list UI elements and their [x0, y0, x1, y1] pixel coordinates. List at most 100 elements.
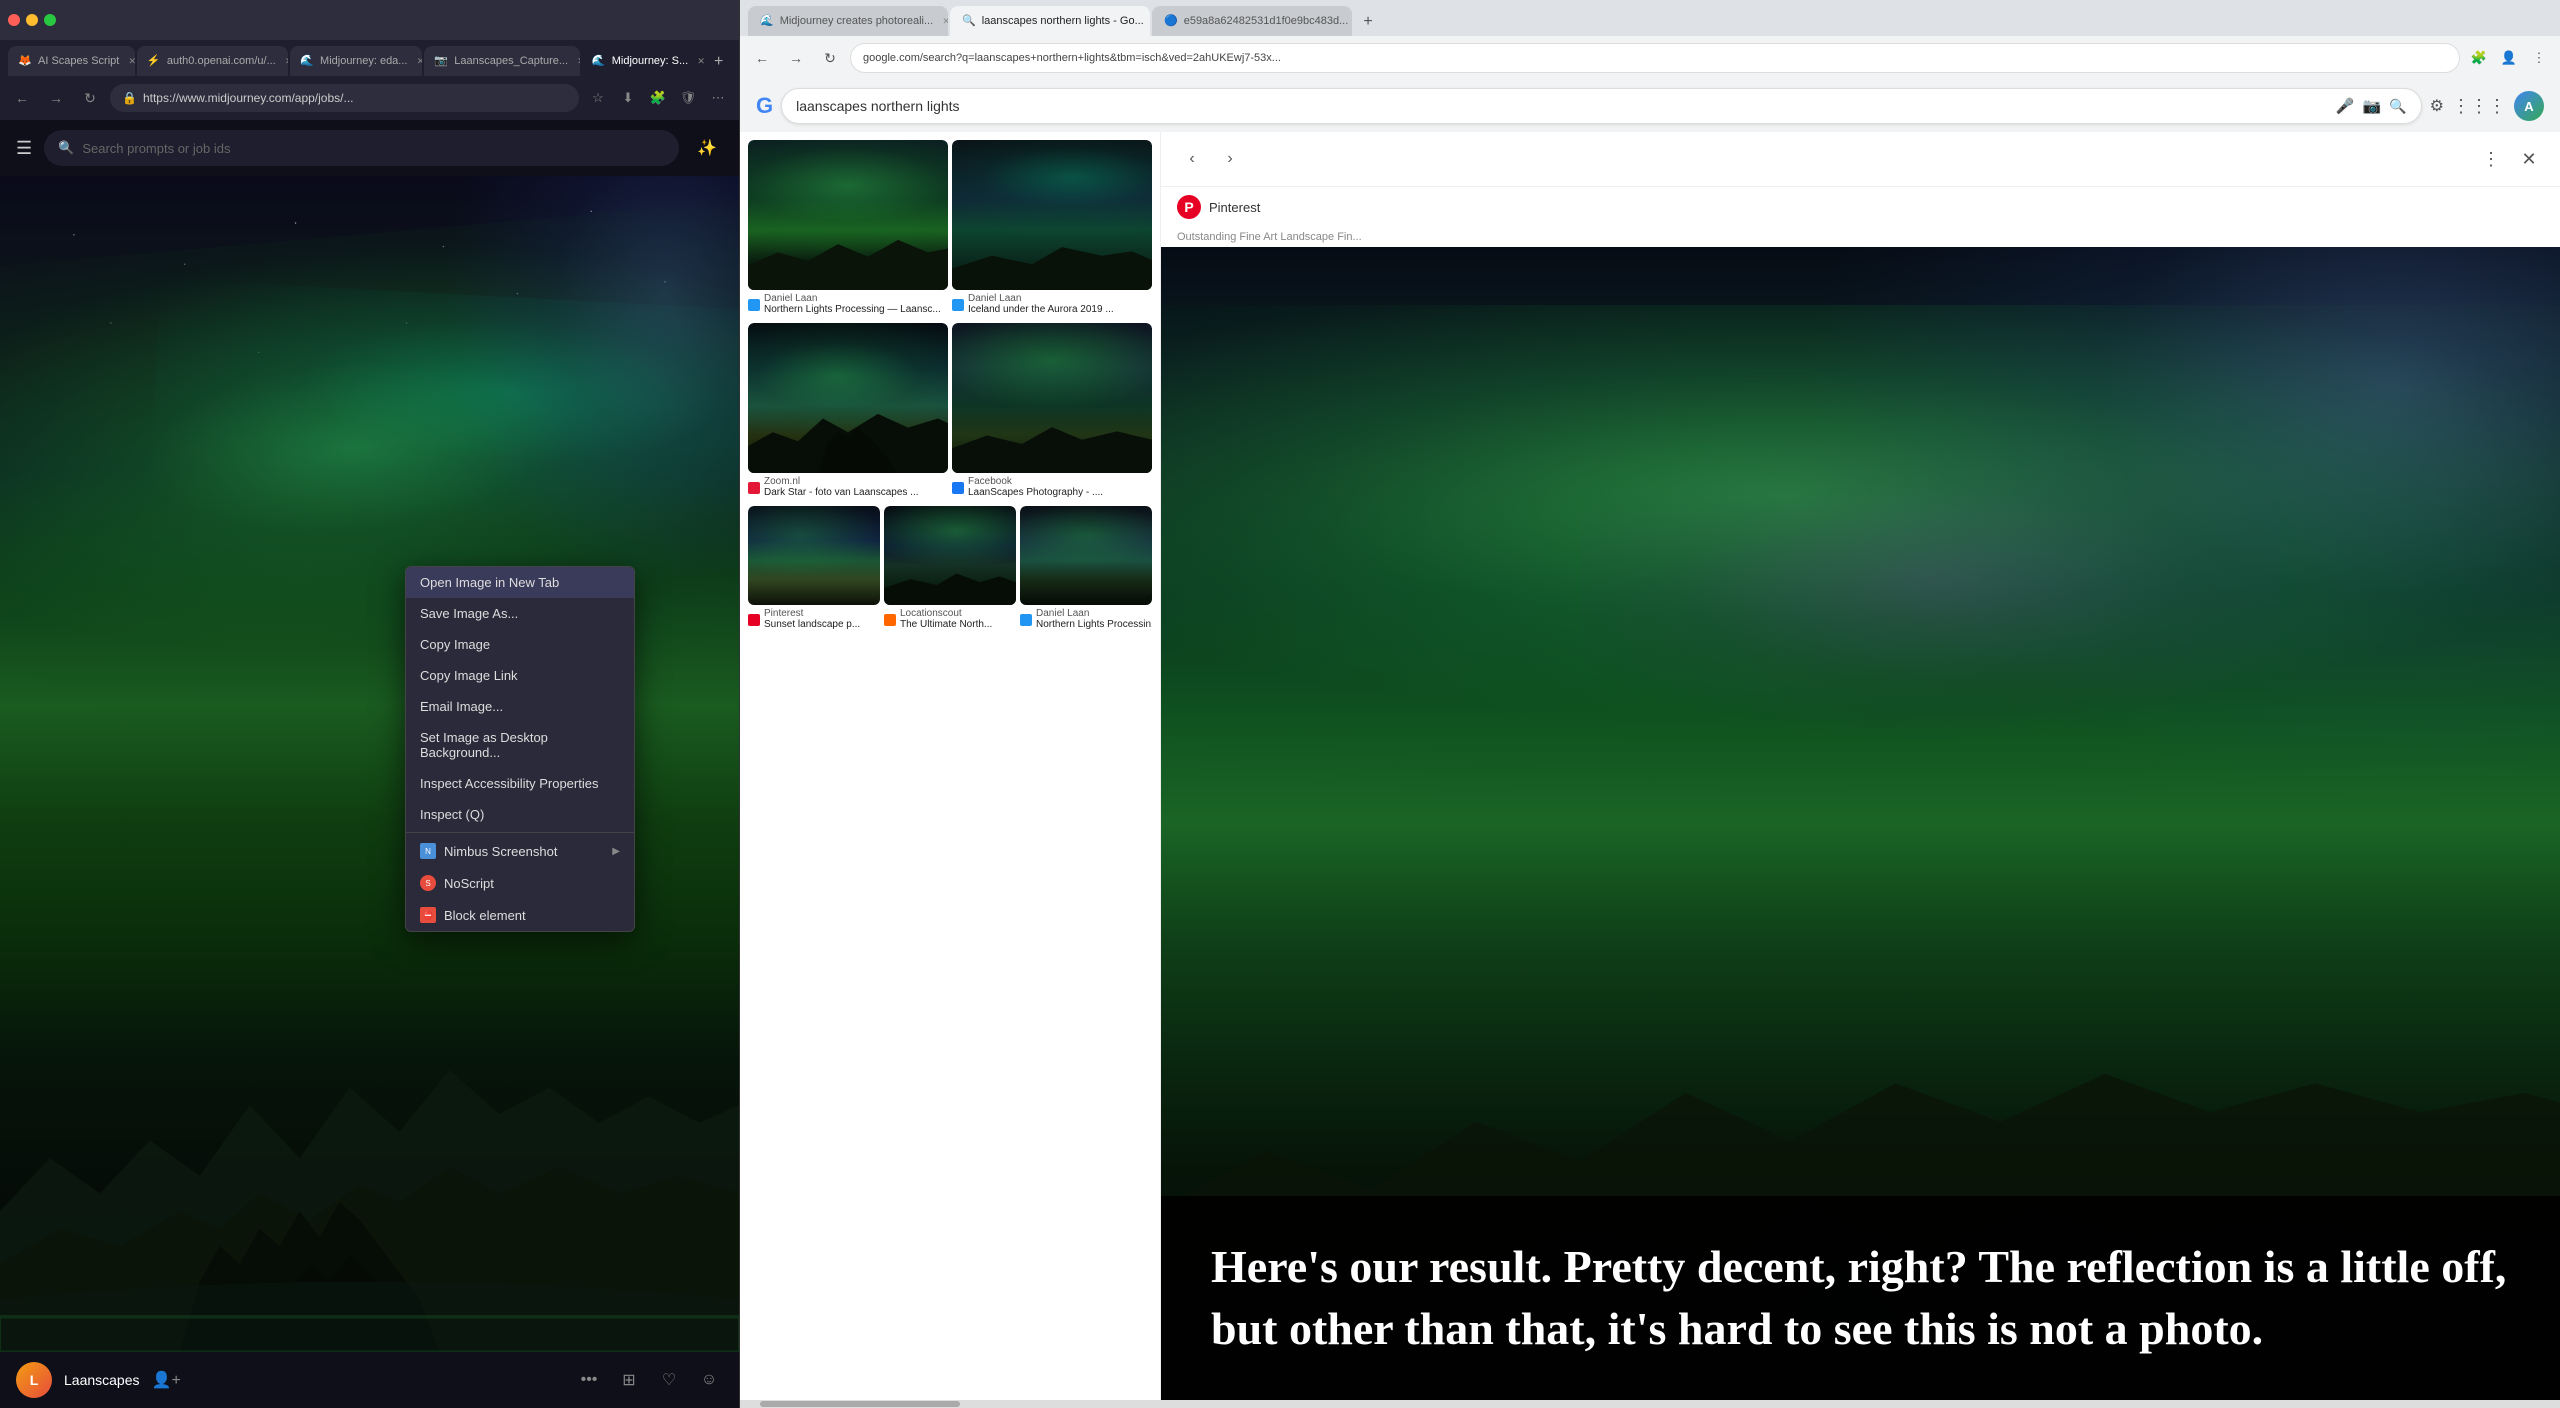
image-thumb-ultimate-north[interactable]: Locationscout The Ultimate North...: [884, 506, 1016, 634]
tab-laanscapes[interactable]: 📷 Laanscapes_Capture... ✕: [424, 46, 579, 76]
emoji-icon[interactable]: ☺: [695, 1366, 723, 1394]
heart-icon[interactable]: ♡: [655, 1366, 683, 1394]
scrollbar-thumb[interactable]: [760, 1401, 960, 1407]
detail-aurora-purple: [1581, 420, 2281, 824]
right-back-button[interactable]: ←: [748, 44, 776, 72]
right-favicon-3: 🔵: [1164, 14, 1178, 28]
minimize-button[interactable]: [26, 14, 38, 26]
right-new-tab-button[interactable]: +: [1354, 8, 1382, 36]
tab-close-4[interactable]: ✕: [574, 54, 580, 68]
set-desktop-item[interactable]: Set Image as Desktop Background...: [406, 722, 634, 768]
google-search-area: G laanscapes northern lights 🎤 📷 🔍 ⚙ ⋮⋮⋮…: [740, 80, 2560, 132]
back-button[interactable]: ←: [8, 84, 36, 112]
set-desktop-label: Set Image as Desktop Background...: [420, 730, 620, 760]
copy-image-item[interactable]: Copy Image: [406, 629, 634, 660]
menu-divider-1: [406, 832, 634, 833]
forward-button[interactable]: →: [42, 84, 70, 112]
right-tab-google[interactable]: 🔍 laanscapes northern lights - Go... ✕: [950, 6, 1150, 36]
close-button[interactable]: [8, 14, 20, 26]
tab-openai[interactable]: ⚡ auth0.openai.com/u/... ✕: [137, 46, 288, 76]
google-search-input[interactable]: laanscapes northern lights 🎤 📷 🔍: [781, 88, 2422, 124]
block-icon: ⛔: [420, 907, 436, 923]
inspect-accessibility-label: Inspect Accessibility Properties: [420, 776, 598, 791]
right-more[interactable]: ⋮: [2526, 45, 2552, 71]
text-overlay: Here's our result. Pretty decent, right?…: [1161, 1196, 2560, 1400]
dots-menu-icon[interactable]: •••: [575, 1366, 603, 1394]
detail-prev-button[interactable]: ‹: [1177, 144, 1207, 174]
google-images-grid: Daniel Laan Northern Lights Processing —…: [740, 132, 1160, 1400]
download-icon[interactable]: ⬇: [615, 85, 641, 111]
hamburger-menu[interactable]: ☰: [16, 138, 32, 159]
tab-close-3[interactable]: ✕: [413, 54, 422, 68]
bookmark-icon[interactable]: ☆: [585, 85, 611, 111]
source-title-1: Northern Lights Processing — Laansc...: [764, 304, 941, 316]
source-tag-4: Facebook LaanScapes Photography - ....: [952, 473, 1152, 502]
midjourney-header: ☰ 🔍 Search prompts or job ids ✨: [0, 120, 739, 176]
source-tag-3: Zoom.nl Dark Star - foto van Laanscapes …: [748, 473, 948, 502]
favicon-zoom: [748, 482, 760, 494]
google-search-icon[interactable]: 🔍: [2389, 98, 2406, 115]
source-title-5: Sunset landscape p...: [764, 619, 860, 631]
search-bar[interactable]: 🔍 Search prompts or job ids: [44, 130, 679, 166]
shield-icon[interactable]: 🛡: [675, 85, 701, 111]
tab-close-2[interactable]: ✕: [282, 54, 288, 68]
tab-midjourney-s[interactable]: 🌊 Midjourney: S... ✕: [582, 46, 705, 76]
right-tab-midjourney[interactable]: 🌊 Midjourney creates photoreali... ✕: [748, 6, 948, 36]
google-settings-icon[interactable]: ⚙: [2430, 96, 2444, 116]
maximize-button[interactable]: [44, 14, 56, 26]
detail-pinterest-header: P Pinterest: [1161, 187, 2560, 227]
inspect-q-item[interactable]: Inspect (Q): [406, 799, 634, 830]
tab-favicon-5: 🌊: [592, 54, 606, 68]
save-image-item[interactable]: Save Image As...: [406, 598, 634, 629]
tab-midjourney-eda[interactable]: 🌊 Midjourney: eda... ✕: [290, 46, 422, 76]
google-profile-avatar[interactable]: A: [2514, 91, 2544, 121]
tab-favicon-1: 🦊: [18, 54, 32, 68]
bottom-scrollbar[interactable]: [740, 1400, 2560, 1408]
right-tab-e59[interactable]: 🔵 e59a8a62482531d1f0e9bc483d... ✕: [1152, 6, 1352, 36]
image-thumb-nl-processing[interactable]: Daniel Laan Northern Lights Processing —…: [748, 140, 948, 319]
google-mic-icon[interactable]: 🎤: [2336, 97, 2355, 115]
google-apps-icon[interactable]: ⋮⋮⋮: [2452, 96, 2506, 117]
extensions-icon[interactable]: 🧩: [645, 85, 671, 111]
detail-close-button[interactable]: ✕: [2514, 144, 2544, 174]
image-thumb-iceland[interactable]: Daniel Laan Iceland under the Aurora 201…: [952, 140, 1152, 319]
nimbus-icon: N: [420, 843, 436, 859]
email-image-item[interactable]: Email Image...: [406, 691, 634, 722]
detail-next-button[interactable]: ›: [1215, 144, 1245, 174]
google-camera-icon[interactable]: 📷: [2363, 97, 2382, 115]
image-thumb-nl-processing-3[interactable]: Daniel Laan Northern Lights Processin...: [1020, 506, 1152, 634]
source-title-6: The Ultimate North...: [900, 619, 992, 631]
right-tab-close-1[interactable]: ✕: [939, 14, 948, 28]
tab-close-5[interactable]: ✕: [694, 54, 704, 68]
block-element-item[interactable]: ⛔ Block element: [406, 899, 634, 931]
open-image-new-tab-item[interactable]: Open Image in New Tab: [406, 567, 634, 598]
detail-panel-header: ‹ › ⋮ ✕: [1161, 132, 2560, 187]
pinterest-label: Pinterest: [1209, 200, 1260, 215]
image-thumb-dark-star[interactable]: Zoom.nl Dark Star - foto van Laanscapes …: [748, 323, 948, 502]
more-icon[interactable]: ⋯: [705, 85, 731, 111]
tab-close-1[interactable]: ✕: [125, 54, 135, 68]
detail-more-button[interactable]: ⋮: [2476, 144, 2506, 174]
new-tab-button[interactable]: +: [706, 48, 731, 76]
address-bar[interactable]: 🔒 https://www.midjourney.com/app/jobs/..…: [110, 84, 579, 112]
magic-wand-button[interactable]: ✨: [691, 132, 723, 164]
right-forward-button[interactable]: →: [782, 44, 810, 72]
right-reload-button[interactable]: ↻: [816, 44, 844, 72]
nav-icons-right: ☆ ⬇ 🧩 🛡 ⋯: [585, 85, 731, 111]
copy-image-link-item[interactable]: Copy Image Link: [406, 660, 634, 691]
detail-source-label: Outstanding Fine Art Landscape Fin...: [1161, 227, 2560, 247]
reload-button[interactable]: ↻: [76, 84, 104, 112]
inspect-accessibility-item[interactable]: Inspect Accessibility Properties: [406, 768, 634, 799]
nimbus-screenshot-item[interactable]: N Nimbus Screenshot ▶: [406, 835, 634, 867]
add-user-icon[interactable]: 👤+: [152, 1370, 181, 1390]
tab-ai-scapes[interactable]: 🦊 AI Scapes Script ✕: [8, 46, 135, 76]
right-favicon-2: 🔍: [962, 14, 976, 28]
grid-icon[interactable]: ⊞: [615, 1366, 643, 1394]
right-favicon-1: 🌊: [760, 14, 774, 28]
image-thumb-sunset[interactable]: Pinterest Sunset landscape p...: [748, 506, 880, 634]
noscript-item[interactable]: S NoScript: [406, 867, 634, 899]
right-extensions[interactable]: 🧩: [2466, 45, 2492, 71]
image-thumb-laanscapes-photography[interactable]: Facebook LaanScapes Photography - ....: [952, 323, 1152, 502]
right-address-bar[interactable]: google.com/search?q=laanscapes+northern+…: [850, 43, 2460, 73]
right-profile[interactable]: 👤: [2496, 45, 2522, 71]
